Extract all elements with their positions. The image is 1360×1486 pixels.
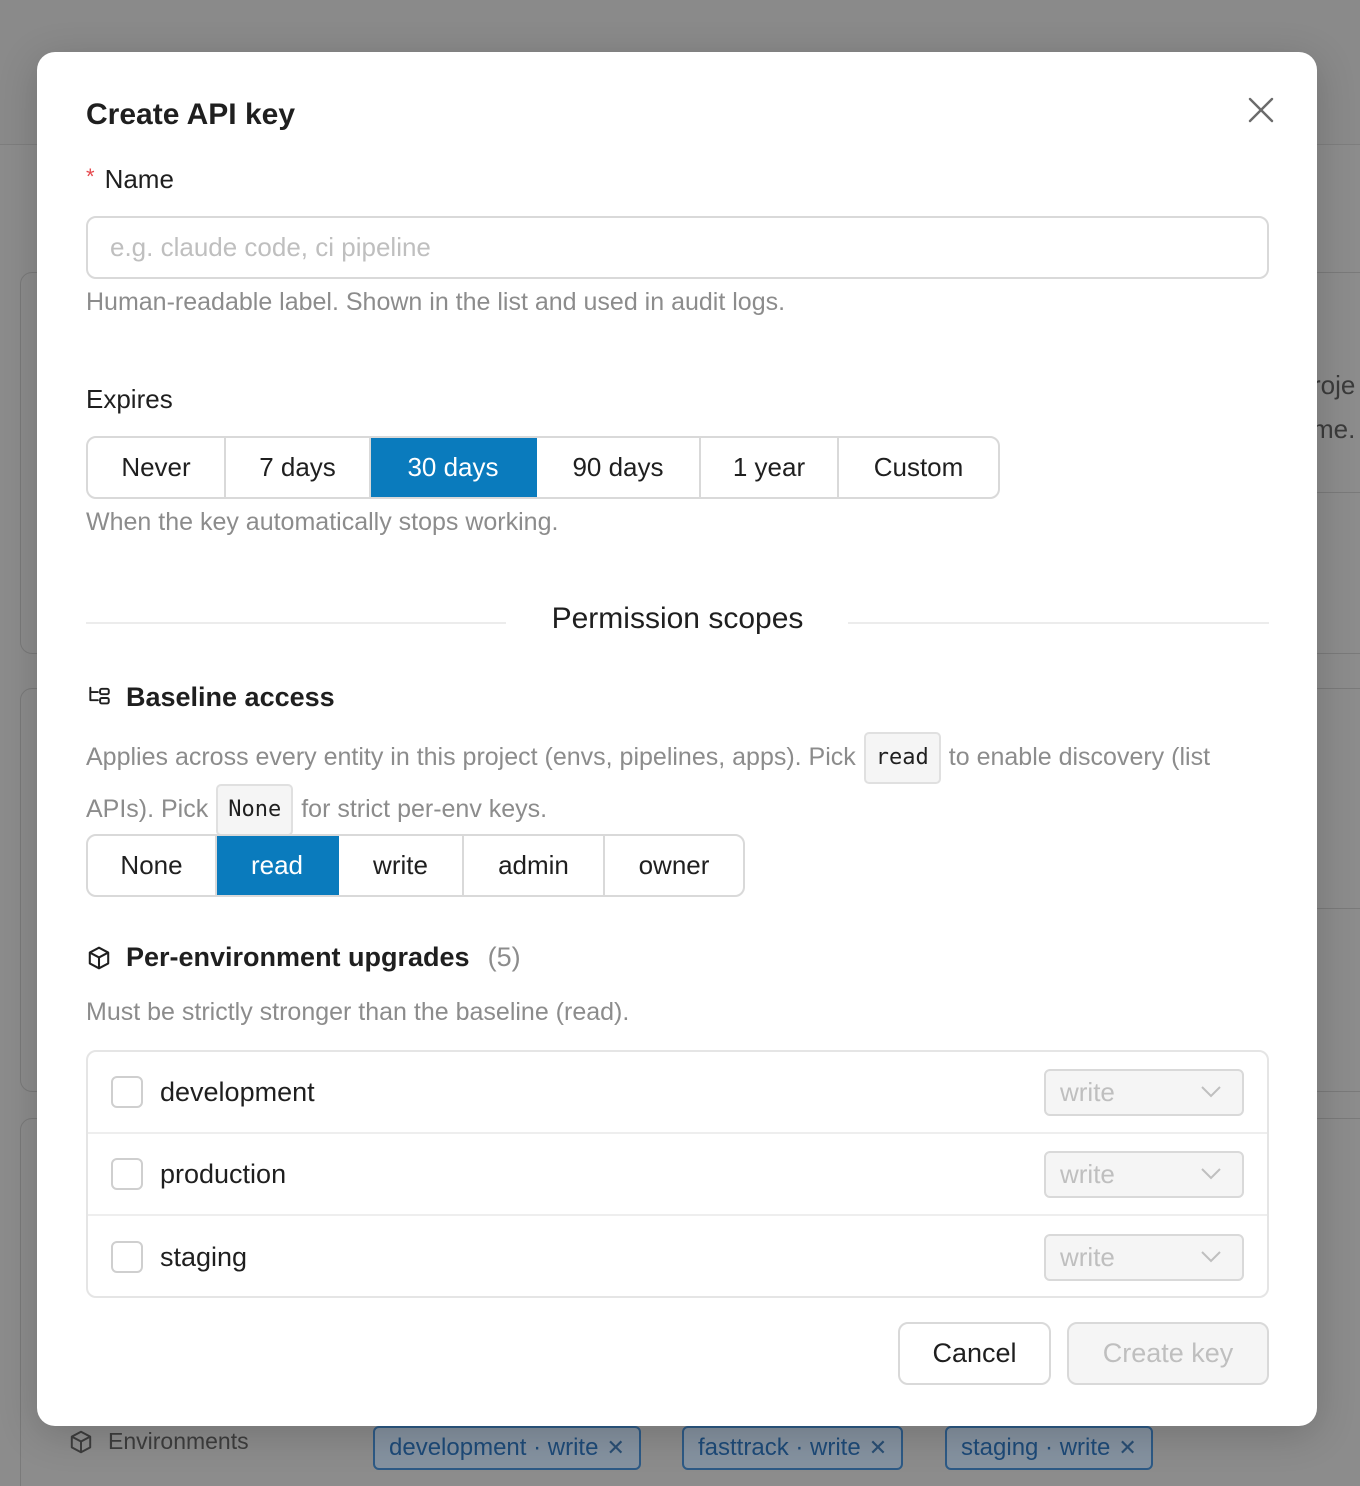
baseline-option-admin[interactable]: admin xyxy=(464,836,605,895)
background-partial-text: roje xyxy=(1312,370,1356,400)
close-icon xyxy=(1248,97,1274,123)
background-environments-label: Environments xyxy=(68,1428,249,1455)
expires-option-1-year[interactable]: 1 year xyxy=(701,438,839,497)
expires-help-text: When the key automatically stops working… xyxy=(86,508,559,536)
env-name: staging xyxy=(160,1241,248,1272)
baseline-access-heading: Baseline access xyxy=(86,682,335,713)
checkbox-production[interactable] xyxy=(111,1158,143,1190)
baseline-access-title: Baseline access xyxy=(126,682,335,712)
level-select-staging[interactable]: write xyxy=(1044,1233,1244,1281)
name-input[interactable] xyxy=(86,216,1269,279)
expires-option-30-days[interactable]: 30 days xyxy=(371,438,537,497)
background-partial-text: me. xyxy=(1312,414,1356,444)
select-value: write xyxy=(1060,1241,1115,1272)
remove-icon[interactable]: ✕ xyxy=(869,1435,887,1461)
env-tag-fasttrack[interactable]: fasttrack · write ✕ xyxy=(682,1426,904,1470)
name-label-text: Name xyxy=(104,164,174,194)
permission-scopes-divider: Permission scopes xyxy=(86,602,1269,642)
name-label: * Name xyxy=(86,164,174,195)
table-row: staging write xyxy=(88,1216,1267,1296)
expires-option-never[interactable]: Never xyxy=(88,438,226,497)
remove-icon[interactable]: ✕ xyxy=(1118,1435,1136,1461)
baseline-option-write[interactable]: write xyxy=(339,836,464,895)
per-environment-count: (5) xyxy=(487,942,521,972)
description-text: Applies across every entity in this proj… xyxy=(86,743,856,771)
remove-icon[interactable]: ✕ xyxy=(606,1435,624,1461)
env-tag-label: development · write xyxy=(389,1434,599,1461)
level-select-development[interactable]: write xyxy=(1044,1068,1244,1116)
expires-option-90-days[interactable]: 90 days xyxy=(537,438,701,497)
hierarchy-icon xyxy=(89,686,110,704)
permission-scopes-title: Permission scopes xyxy=(551,602,804,635)
expires-label: Expires xyxy=(86,384,173,414)
select-value: write xyxy=(1060,1158,1115,1189)
expires-option-custom[interactable]: Custom xyxy=(839,438,998,497)
chevron-down-icon xyxy=(1201,1250,1221,1262)
per-environment-table: development write production write stagi… xyxy=(86,1050,1269,1298)
code-read: read xyxy=(863,732,941,784)
env-tag-staging[interactable]: staging · write ✕ xyxy=(945,1426,1153,1470)
level-select-production[interactable]: write xyxy=(1044,1150,1244,1198)
expires-option-7-days[interactable]: 7 days xyxy=(226,438,371,497)
per-environment-title: Per-environment upgrades xyxy=(126,942,470,972)
table-row: development write xyxy=(88,1052,1267,1134)
per-environment-heading: Per-environment upgrades (5) xyxy=(86,942,521,973)
cube-icon xyxy=(88,946,110,969)
environments-label-text: Environments xyxy=(108,1428,249,1454)
select-value: write xyxy=(1060,1076,1115,1107)
baseline-access-description: Applies across every entity in this proj… xyxy=(86,732,1276,836)
chevron-down-icon xyxy=(1201,1085,1221,1097)
create-key-button[interactable]: Create key xyxy=(1067,1322,1269,1385)
modal-title: Create API key xyxy=(86,98,296,131)
per-environment-help-text: Must be strictly stronger than the basel… xyxy=(86,998,630,1026)
env-name: production xyxy=(160,1158,287,1189)
code-none: None xyxy=(216,784,294,836)
baseline-option-read[interactable]: read xyxy=(217,836,339,895)
expires-segmented-control: Never 7 days 30 days 90 days 1 year Cust… xyxy=(86,436,1000,499)
env-tag-development[interactable]: development · write ✕ xyxy=(373,1426,641,1470)
description-text: for strict per-env keys. xyxy=(301,795,548,823)
cube-icon xyxy=(70,1430,92,1453)
chevron-down-icon xyxy=(1201,1167,1221,1179)
create-api-key-modal: Create API key * Name Human-readable labe… xyxy=(37,52,1317,1426)
cancel-button[interactable]: Cancel xyxy=(898,1322,1051,1385)
name-help-text: Human-readable label. Shown in the list … xyxy=(86,288,786,316)
baseline-option-none[interactable]: None xyxy=(88,836,217,895)
background-divider xyxy=(1317,492,1360,493)
env-tag-label: fasttrack · write xyxy=(698,1434,861,1461)
required-mark: * xyxy=(86,164,95,189)
env-name: development xyxy=(160,1076,315,1107)
baseline-access-segmented-control: None read write admin owner xyxy=(86,834,745,897)
close-button[interactable] xyxy=(1243,92,1279,128)
checkbox-development[interactable] xyxy=(111,1076,143,1108)
env-tag-label: staging · write xyxy=(961,1434,1111,1461)
baseline-option-owner[interactable]: owner xyxy=(605,836,743,895)
background-divider xyxy=(1317,908,1360,909)
table-row: production write xyxy=(88,1134,1267,1216)
checkbox-staging[interactable] xyxy=(111,1241,143,1273)
